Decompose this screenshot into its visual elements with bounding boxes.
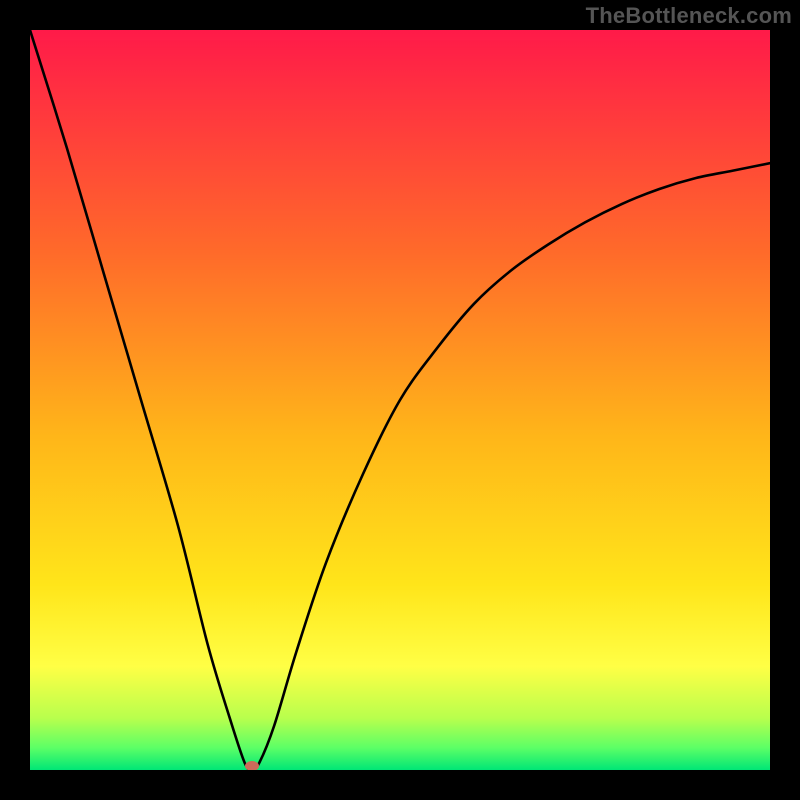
plot-area (30, 30, 770, 770)
chart-svg (30, 30, 770, 770)
watermark-text: TheBottleneck.com (586, 3, 792, 29)
chart-container: TheBottleneck.com (0, 0, 800, 800)
